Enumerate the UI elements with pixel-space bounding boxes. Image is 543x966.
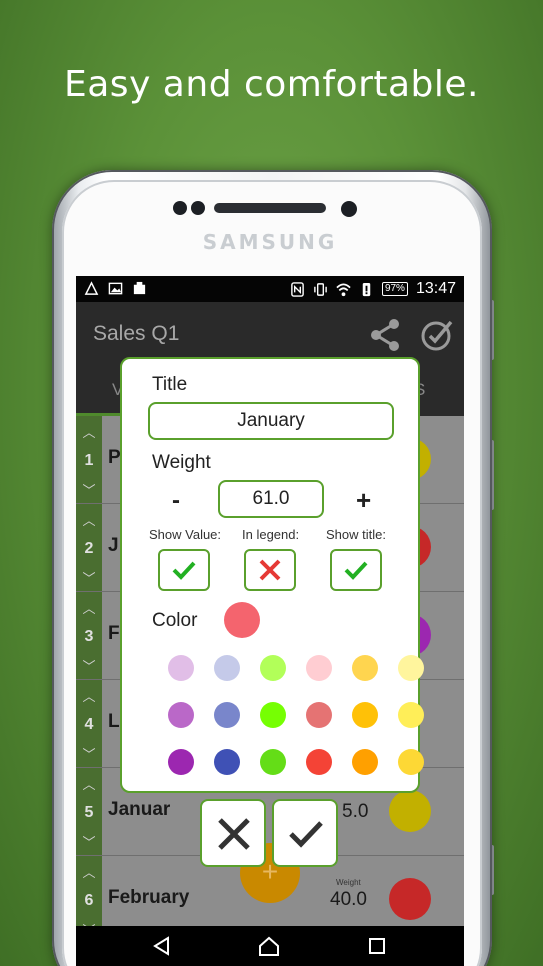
vibrate-icon xyxy=(314,282,327,296)
color-swatch[interactable] xyxy=(352,655,378,681)
item-name: L xyxy=(108,711,120,732)
check-icon xyxy=(344,561,368,580)
color-swatch[interactable] xyxy=(352,749,378,775)
color-swatch[interactable] xyxy=(306,749,332,775)
color-label: Color xyxy=(152,610,198,631)
chevron-up-icon: ︿ xyxy=(82,513,96,528)
title-input[interactable] xyxy=(148,402,394,440)
app-bar: Sales Q1 xyxy=(76,302,464,362)
item-name: February xyxy=(108,887,190,908)
chevron-up-icon: ︿ xyxy=(82,425,96,440)
chevron-up-icon: ︿ xyxy=(82,689,96,704)
color-swatch[interactable] xyxy=(306,655,332,681)
color-swatch[interactable] xyxy=(214,702,240,728)
show-value-label: Show Value: xyxy=(149,527,222,542)
headline: Easy and comfortable. xyxy=(64,64,479,105)
back-icon[interactable] xyxy=(152,936,172,956)
item-name: P xyxy=(108,447,121,468)
reorder-handle[interactable]: ︿ 4 ﹀ xyxy=(76,680,102,767)
image-icon xyxy=(108,282,123,295)
increment-button[interactable]: + xyxy=(356,485,371,516)
front-camera xyxy=(341,201,357,217)
chevron-up-icon: ︿ xyxy=(82,865,96,880)
reorder-handle[interactable]: ︿ 3 ﹀ xyxy=(76,592,102,679)
weight-label: Weight xyxy=(152,452,211,473)
chevron-down-icon: ﹀ xyxy=(82,483,96,498)
color-swatch[interactable] xyxy=(306,702,332,728)
confirm-button[interactable] xyxy=(272,799,338,867)
color-swatch[interactable] xyxy=(214,655,240,681)
status-bar: 97% 13:47 xyxy=(76,276,464,302)
item-color-dot xyxy=(389,878,431,920)
color-swatch[interactable] xyxy=(398,702,424,728)
selected-color-preview xyxy=(224,602,260,638)
signal-alert-icon xyxy=(362,282,371,296)
gallery-icon xyxy=(133,281,146,295)
chevron-down-icon: ﹀ xyxy=(82,747,96,762)
weight-label: Weight xyxy=(336,878,361,887)
nfc-icon xyxy=(291,281,304,297)
item-name: F xyxy=(108,623,120,644)
in-legend-checkbox[interactable] xyxy=(244,549,296,591)
chevron-up-icon: ︿ xyxy=(82,601,96,616)
earpiece-speaker xyxy=(214,203,326,213)
color-swatch[interactable] xyxy=(260,702,286,728)
notification-icon xyxy=(84,281,99,295)
decrement-button[interactable]: - xyxy=(172,487,180,515)
target-check-icon[interactable] xyxy=(420,318,454,352)
share-icon[interactable] xyxy=(368,318,402,352)
weight-input[interactable] xyxy=(218,480,324,518)
home-icon[interactable] xyxy=(258,936,280,956)
color-swatch[interactable] xyxy=(168,749,194,775)
color-swatch[interactable] xyxy=(352,702,378,728)
reorder-handle[interactable]: ︿ 5 ﹀ xyxy=(76,768,102,855)
show-title-label: Show title: xyxy=(326,527,386,542)
show-value-checkbox[interactable] xyxy=(158,549,210,591)
check-icon xyxy=(172,561,196,580)
color-swatch[interactable] xyxy=(260,749,286,775)
chevron-up-icon: ︿ xyxy=(82,777,96,792)
app-title: Sales Q1 xyxy=(93,322,180,345)
clock: 13:47 xyxy=(415,280,456,297)
color-swatch[interactable] xyxy=(398,655,424,681)
battery-indicator: 97% xyxy=(381,282,408,296)
check-icon xyxy=(289,821,323,848)
item-name: Januar xyxy=(108,799,171,820)
item-color-dot xyxy=(389,790,431,832)
chevron-down-icon: ﹀ xyxy=(82,659,96,674)
color-swatch[interactable] xyxy=(260,655,286,681)
reorder-handle[interactable]: ︿ 1 ﹀ xyxy=(76,416,102,503)
color-swatch[interactable] xyxy=(168,702,194,728)
recent-apps-icon[interactable] xyxy=(368,937,386,955)
reorder-handle[interactable]: ︿ 2 ﹀ xyxy=(76,504,102,591)
show-title-checkbox[interactable] xyxy=(330,549,382,591)
color-swatch[interactable] xyxy=(214,749,240,775)
edit-item-dialog: Title Weight - + Show Value: In legend: … xyxy=(120,357,424,793)
device-brand: SAMSUNG xyxy=(202,230,338,254)
item-name: J xyxy=(108,535,119,556)
title-label: Title xyxy=(152,374,188,395)
navigation-bar xyxy=(76,926,464,966)
chevron-down-icon: ﹀ xyxy=(82,835,96,850)
item-weight: 5.0 xyxy=(342,801,369,822)
close-icon xyxy=(218,818,250,850)
chevron-down-icon: ﹀ xyxy=(82,571,96,586)
color-swatch[interactable] xyxy=(398,749,424,775)
color-swatch[interactable] xyxy=(168,655,194,681)
cancel-button[interactable] xyxy=(200,799,266,867)
sensor-dot xyxy=(191,201,205,215)
sensor-dot xyxy=(173,201,187,215)
item-weight: 40.0 xyxy=(330,889,367,910)
in-legend-label: In legend: xyxy=(242,527,300,542)
cross-icon xyxy=(259,559,281,581)
wifi-icon xyxy=(336,283,351,296)
